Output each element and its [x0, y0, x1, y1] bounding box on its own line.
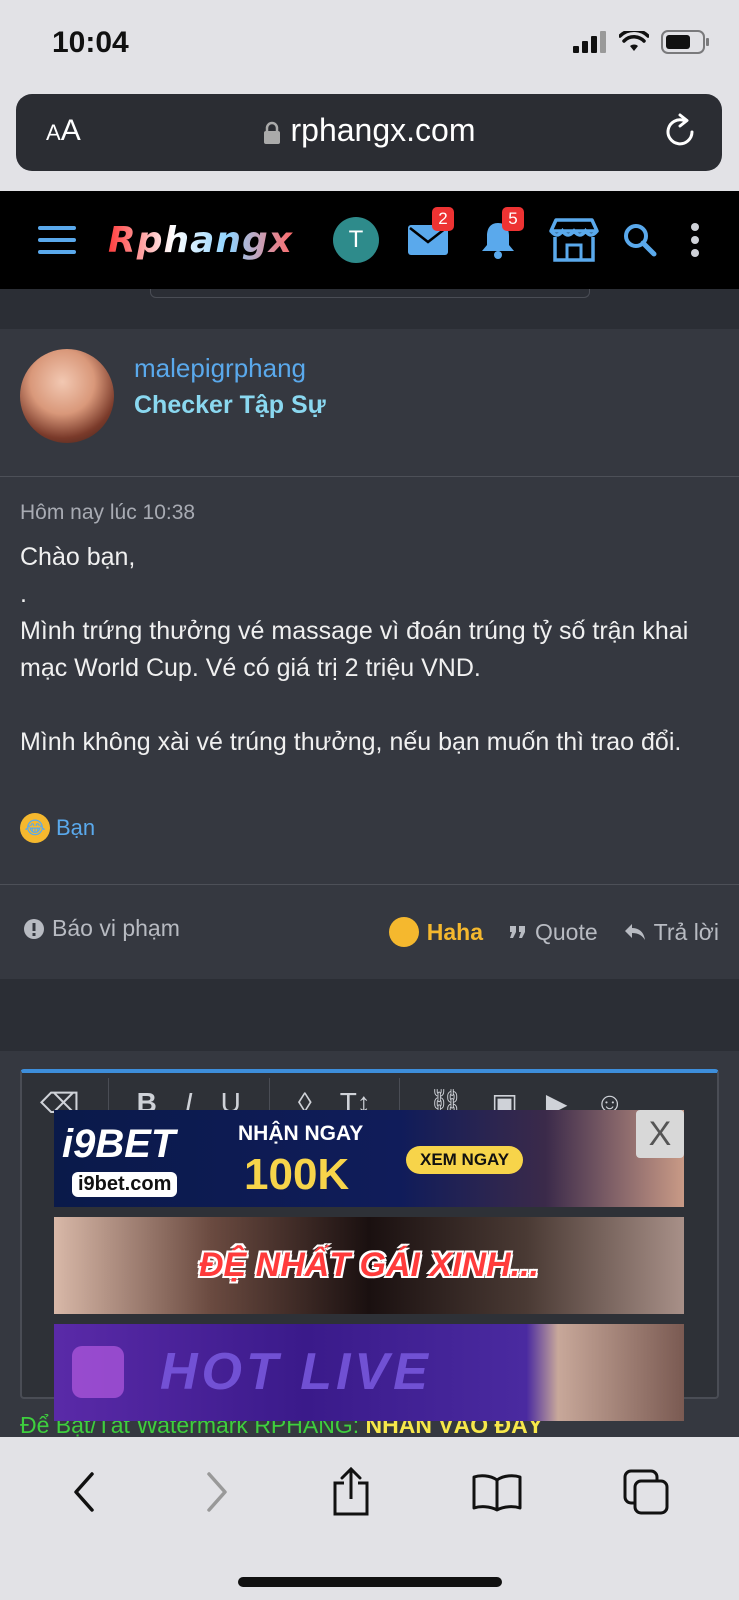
section-gap	[0, 979, 739, 1051]
quote-button[interactable]: Quote	[509, 919, 598, 946]
search-icon	[624, 224, 657, 257]
reaction-summary[interactable]: 😂 Bạn	[20, 813, 95, 843]
alert-icon	[24, 918, 44, 939]
quote-icon	[510, 926, 525, 938]
user-avatar: T	[333, 217, 379, 263]
store-icon	[549, 218, 599, 262]
ad-overlay: i9BET i9bet.com NHẬN NGAY 100K XEM NGAY …	[54, 1110, 684, 1431]
poster-avatar[interactable]	[20, 349, 114, 443]
quote-label: Quote	[535, 918, 598, 945]
tabs-icon[interactable]	[623, 1469, 669, 1515]
laughing-emoji-icon: 😂	[388, 917, 419, 947]
share-icon[interactable]	[331, 1467, 371, 1517]
kebab-menu-icon	[691, 223, 699, 257]
reply-label: Trả lời	[653, 918, 719, 945]
cellular-signal-icon	[573, 31, 606, 53]
ad-banner-2[interactable]: ĐỆ NHẤT GÁI XINH...	[54, 1217, 684, 1314]
post-footer: Báo vi phạm 😂 Haha Quote Trả lời	[0, 884, 739, 979]
post-paragraph: Mình không xài vé trúng thưởng, nếu bạn …	[20, 728, 682, 756]
url-display[interactable]: rphangx.com	[16, 112, 722, 149]
page-strip	[0, 289, 739, 329]
ad-headline: NHẬN NGAY	[238, 1122, 364, 1145]
post-paragraph	[20, 687, 720, 724]
tab-strip-remnant	[150, 289, 590, 298]
status-icons	[573, 30, 709, 54]
logo-text: Rphangx	[108, 219, 294, 261]
reply-icon	[624, 924, 645, 940]
haha-reaction-button[interactable]: 😂 Haha	[388, 917, 483, 947]
poster-title: Checker Tập Sự	[134, 391, 326, 419]
status-time: 10:04	[52, 26, 129, 59]
site-header: Rphangx T 2 5	[0, 191, 739, 289]
ad-site: i9bet.com	[72, 1172, 178, 1197]
browser-toolbar-icons	[0, 1467, 739, 1517]
lock-icon	[263, 121, 280, 144]
bookmarks-icon[interactable]	[472, 1472, 522, 1512]
alerts-badge: 5	[502, 207, 524, 231]
hot-live-banner[interactable]: HOT LIVE	[54, 1324, 684, 1421]
ad-3-text: HOT LIVE	[160, 1343, 432, 1401]
ad-close-button[interactable]: X	[636, 1110, 684, 1158]
more-options-button[interactable]	[690, 191, 700, 289]
haha-label: Haha	[426, 918, 483, 945]
post-body: Chào bạn, . Mình trứng thưởng vé massage…	[20, 539, 720, 761]
browser-toolbar	[0, 1437, 739, 1600]
ad-amount: 100K	[244, 1150, 350, 1199]
reply-button[interactable]: Trả lời	[624, 919, 719, 946]
ad-2-text: ĐỆ NHẤT GÁI XINH...	[198, 1246, 540, 1284]
post-paragraph: .	[20, 580, 27, 608]
battery-icon	[661, 30, 709, 54]
address-bar[interactable]: AA rphangx.com	[16, 94, 722, 171]
inbox-button[interactable]: 2	[408, 191, 460, 289]
ad-cta-button[interactable]: XEM NGAY	[406, 1146, 524, 1174]
status-bar: 10:04	[0, 0, 739, 88]
post-card: malepigrphang Checker Tập Sự Hôm nay lúc…	[0, 329, 739, 979]
back-icon[interactable]	[70, 1471, 100, 1513]
i9bet-banner[interactable]: i9BET i9bet.com NHẬN NGAY 100K XEM NGAY …	[54, 1110, 684, 1207]
laughing-emoji-icon: 😂	[20, 813, 50, 843]
alerts-button[interactable]: 5	[480, 191, 532, 289]
wifi-icon	[619, 31, 649, 51]
browser-address-area: AA rphangx.com	[0, 88, 739, 191]
post-timestamp[interactable]: Hôm nay lúc 10:38	[20, 501, 195, 525]
poster-username[interactable]: malepigrphang	[134, 353, 306, 384]
post-paragraph: Mình trứng thưởng vé massage vì đoán trú…	[20, 617, 689, 682]
post-actions: 😂 Haha Quote Trả lời	[388, 917, 719, 947]
url-text: rphangx.com	[290, 112, 476, 148]
heart-icon	[72, 1346, 124, 1398]
report-button[interactable]: Báo vi phạm	[24, 915, 180, 942]
reaction-user: Bạn	[56, 815, 96, 840]
post-header: malepigrphang Checker Tập Sự	[0, 329, 739, 477]
post-paragraph: Chào bạn,	[20, 543, 136, 571]
forward-icon[interactable]	[201, 1471, 231, 1513]
site-logo[interactable]: Rphangx	[108, 191, 293, 289]
reload-icon[interactable]	[662, 112, 698, 150]
hamburger-icon	[38, 226, 76, 254]
menu-button[interactable]	[38, 191, 76, 289]
search-button[interactable]	[623, 191, 657, 289]
home-indicator[interactable]	[238, 1577, 502, 1587]
store-button[interactable]	[547, 191, 601, 289]
inbox-badge: 2	[432, 207, 454, 231]
ad-brand: i9BET	[62, 1122, 176, 1166]
report-label: Báo vi phạm	[52, 915, 180, 941]
account-button[interactable]: T	[333, 191, 379, 289]
